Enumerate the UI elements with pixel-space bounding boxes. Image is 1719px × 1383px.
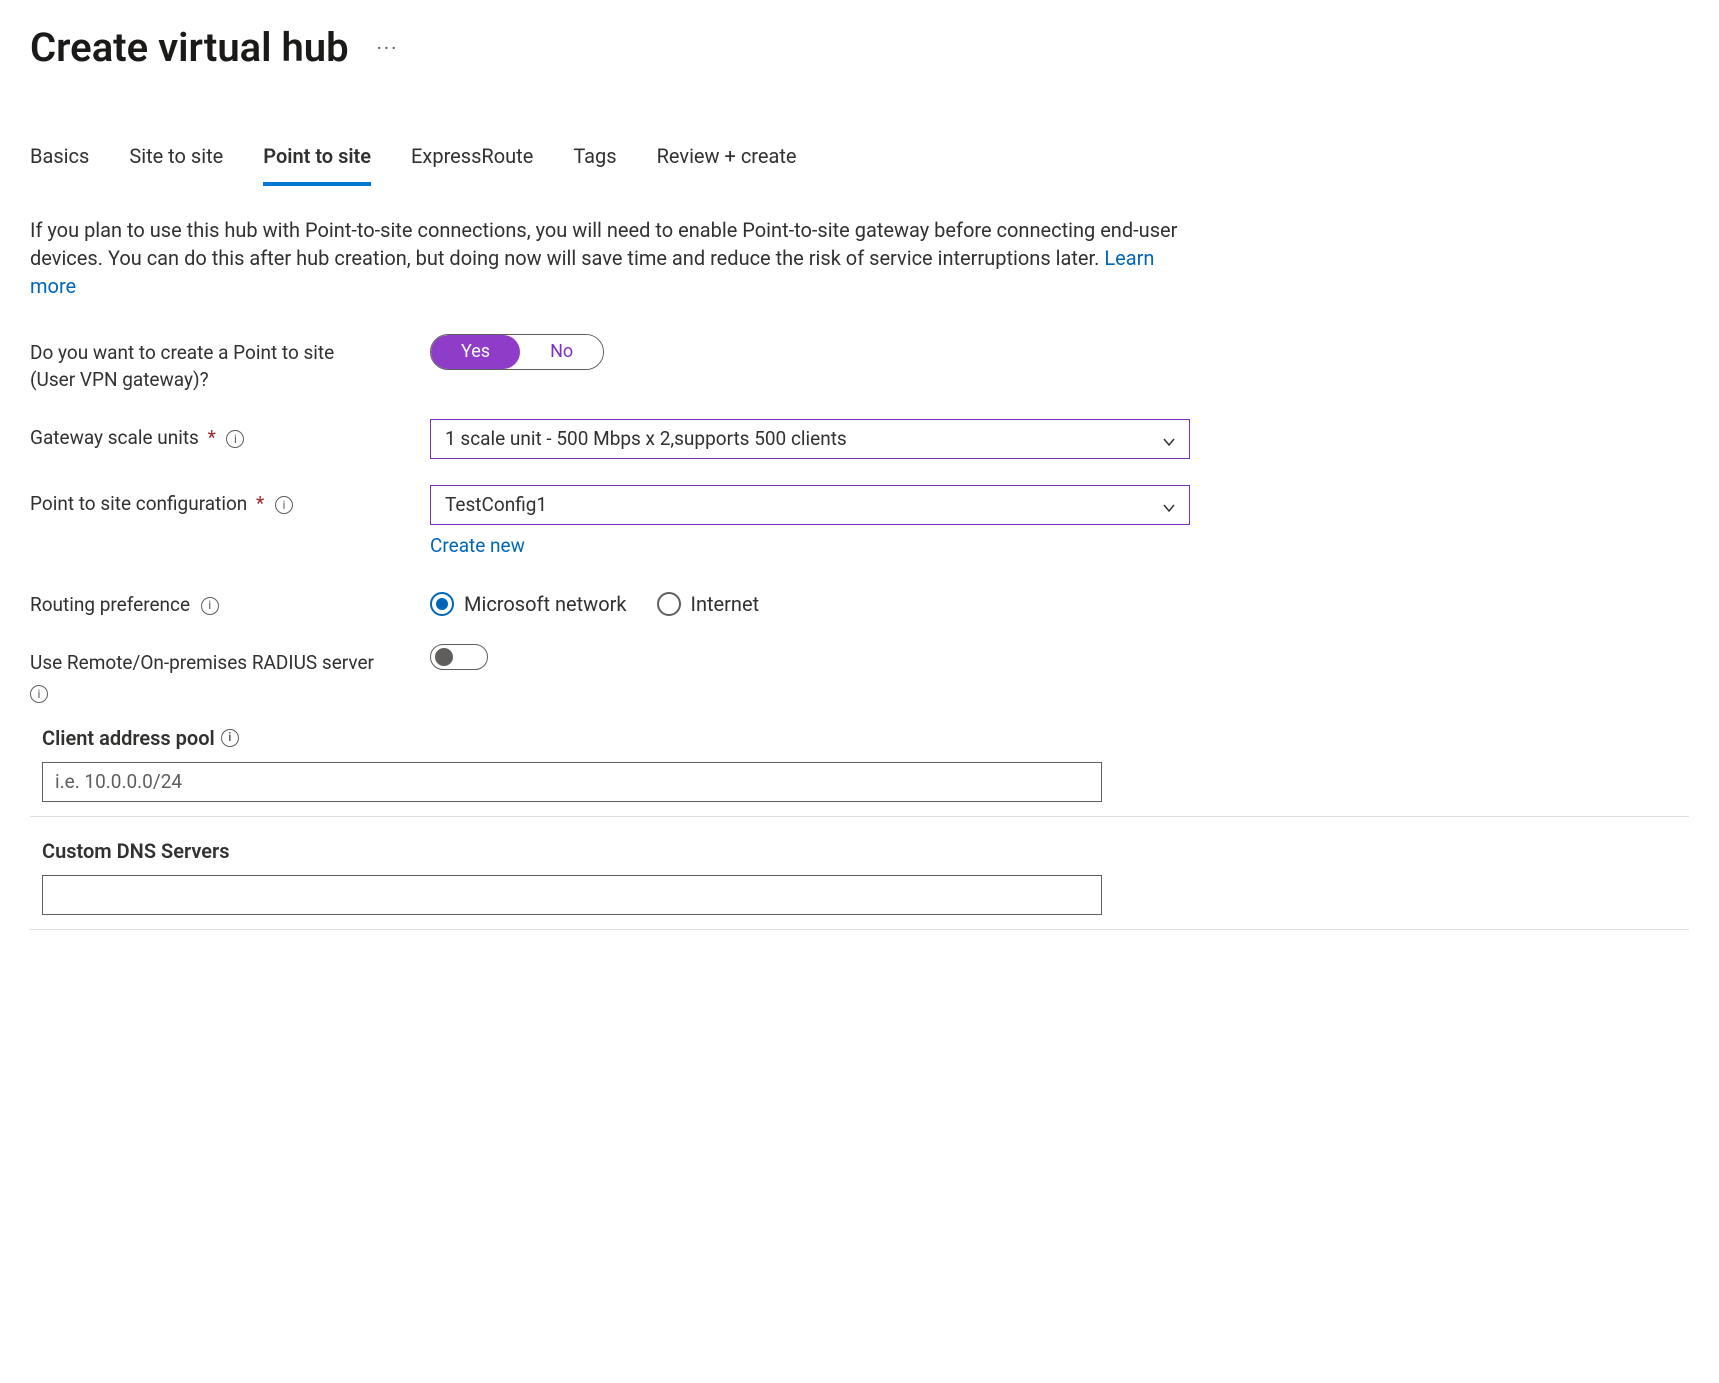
- gateway-scale-label: Gateway scale units: [30, 426, 199, 449]
- routing-pref-ms-label: Microsoft network: [464, 590, 627, 618]
- p2s-config-select[interactable]: TestConfig1: [430, 485, 1190, 525]
- routing-pref-internet-label: Internet: [691, 590, 760, 618]
- tab-description: If you plan to use this hub with Point-t…: [30, 216, 1180, 300]
- tab-expressroute[interactable]: ExpressRoute: [411, 136, 533, 186]
- routing-pref-internet-radio[interactable]: Internet: [657, 590, 760, 618]
- more-actions-icon[interactable]: ···: [377, 34, 399, 62]
- info-icon[interactable]: i: [275, 496, 293, 514]
- create-p2s-no-button[interactable]: No: [520, 335, 603, 369]
- create-p2s-label-line1: Do you want to create a Point to site: [30, 340, 334, 367]
- toggle-knob-icon: [435, 648, 453, 666]
- create-new-config-link[interactable]: Create new: [430, 534, 525, 557]
- routing-pref-ms-radio[interactable]: Microsoft network: [430, 590, 627, 618]
- p2s-config-value: TestConfig1: [445, 492, 547, 519]
- chevron-down-icon: [1161, 497, 1177, 513]
- gateway-scale-select[interactable]: 1 scale unit - 500 Mbps x 2,supports 500…: [430, 419, 1190, 459]
- client-pool-input[interactable]: [42, 762, 1102, 802]
- tab-site-to-site[interactable]: Site to site: [129, 136, 223, 186]
- p2s-config-label: Point to site configuration: [30, 492, 247, 515]
- info-icon[interactable]: i: [226, 430, 244, 448]
- client-pool-header: Client address pool: [42, 724, 215, 752]
- info-icon[interactable]: i: [201, 597, 219, 615]
- create-p2s-label-line2: (User VPN gateway)?: [30, 367, 430, 394]
- required-indicator: *: [256, 492, 264, 515]
- radius-toggle[interactable]: [430, 644, 488, 670]
- tab-review-create[interactable]: Review + create: [657, 136, 797, 186]
- tabs: Basics Site to site Point to site Expres…: [30, 136, 1689, 186]
- page-title: Create virtual hub: [30, 20, 349, 76]
- tab-point-to-site[interactable]: Point to site: [263, 136, 371, 186]
- create-p2s-toggle-group: Yes No: [430, 334, 604, 370]
- chevron-down-icon: [1161, 431, 1177, 447]
- required-indicator: *: [208, 426, 216, 449]
- custom-dns-input[interactable]: [42, 875, 1102, 915]
- gateway-scale-value: 1 scale unit - 500 Mbps x 2,supports 500…: [445, 426, 847, 453]
- radius-label: Use Remote/On-premises RADIUS server: [30, 651, 374, 674]
- info-icon[interactable]: i: [30, 685, 48, 703]
- radio-checked-icon: [430, 592, 454, 616]
- description-text: If you plan to use this hub with Point-t…: [30, 218, 1177, 270]
- create-p2s-yes-button[interactable]: Yes: [431, 335, 520, 369]
- info-icon[interactable]: i: [221, 729, 239, 747]
- routing-pref-label: Routing preference: [30, 593, 190, 616]
- tab-tags[interactable]: Tags: [573, 136, 616, 186]
- custom-dns-header: Custom DNS Servers: [42, 837, 230, 865]
- radio-unchecked-icon: [657, 592, 681, 616]
- tab-basics[interactable]: Basics: [30, 136, 89, 186]
